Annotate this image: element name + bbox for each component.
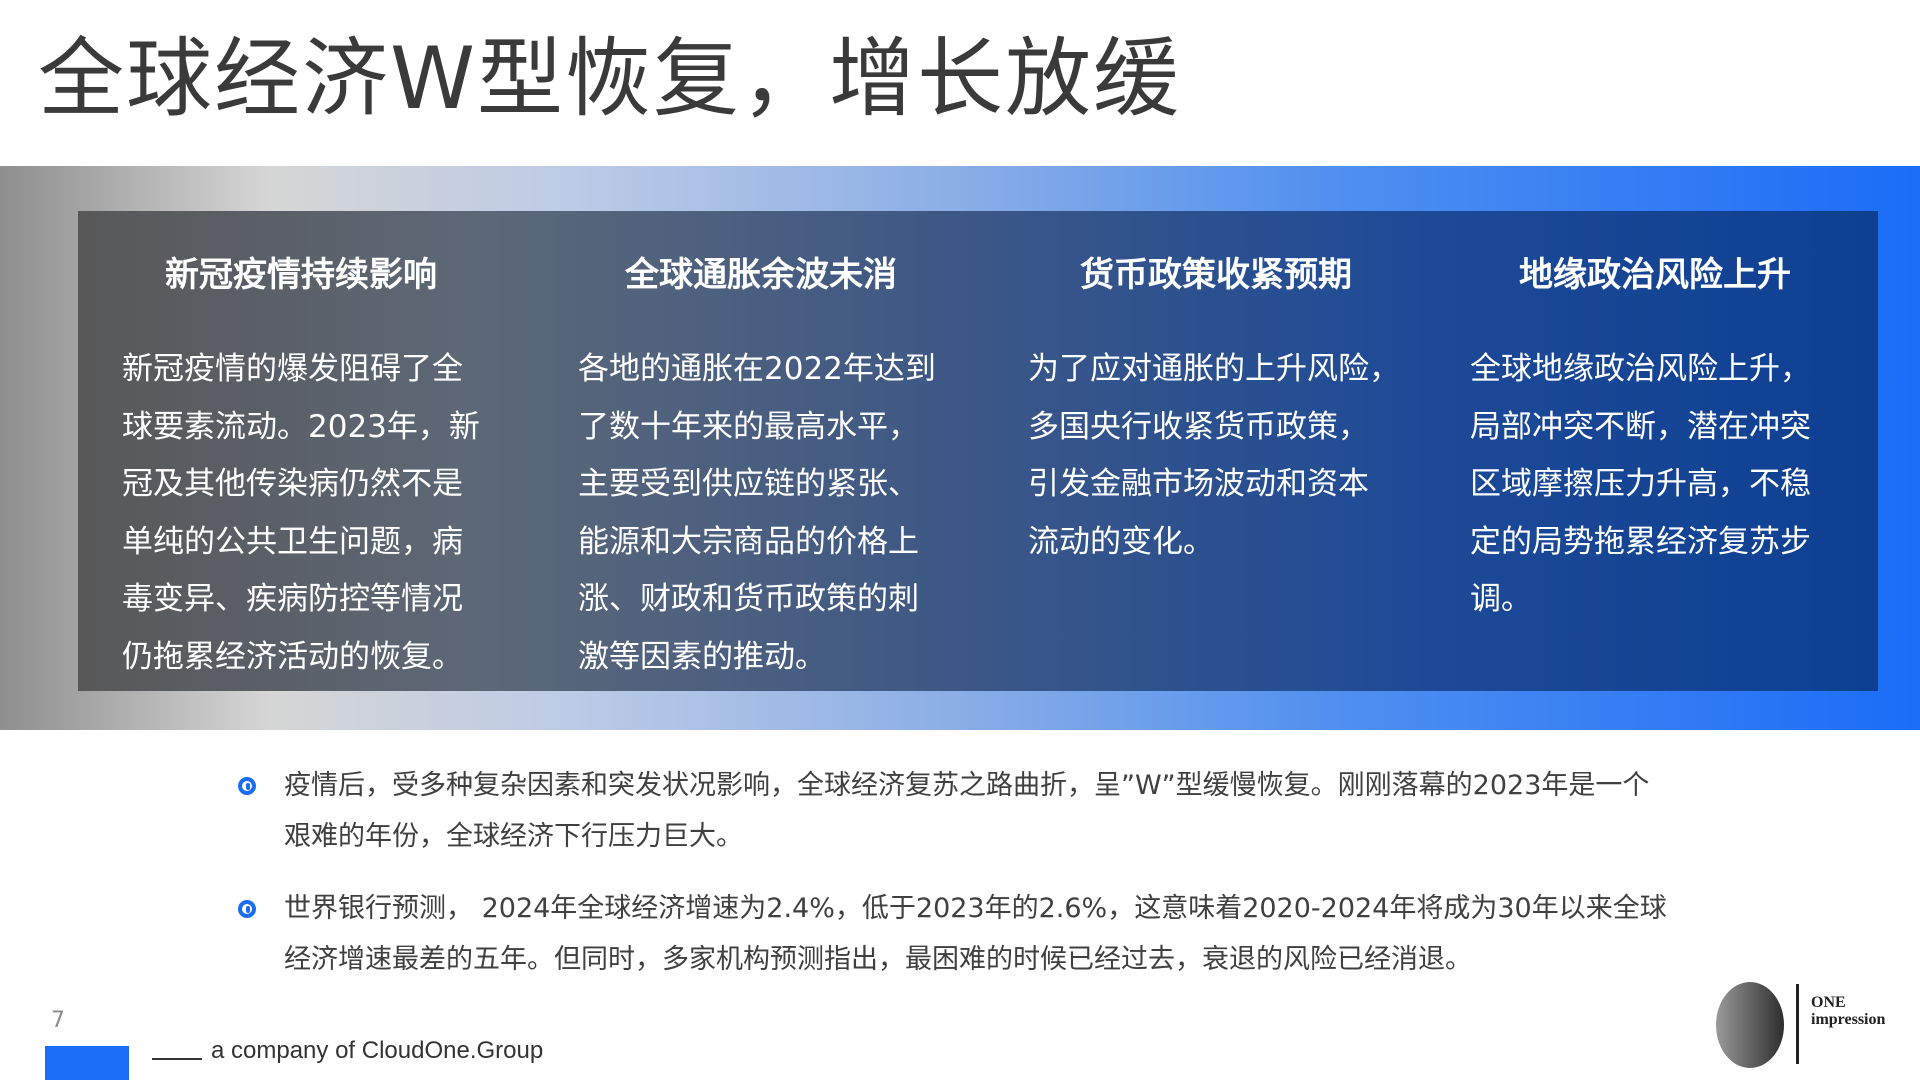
logo-line-impression: impression — [1811, 1011, 1886, 1028]
factor-text-line: 毒变异、疾病防控等情况 — [122, 581, 463, 617]
factor-text-line: 单纯的公共卫生问题，病 — [122, 523, 463, 560]
logo-icon — [1716, 982, 1784, 1068]
factor-text-line: 涨、财政和货币政策的刺 — [578, 581, 919, 617]
factor-text-line: 能源和大宗商品的价格上 — [578, 523, 919, 560]
factor-text-line: 调。 — [1470, 581, 1532, 617]
page-title: 全球经济W型恢复，增长放缓 — [38, 29, 1182, 129]
factor-text-line: 引发金融市场波动和资本 — [1028, 466, 1369, 502]
factors-panel: 新冠疫情持续影响 新冠疫情的爆发阻碍了全 球要素流动。2023年，新 冠及其他传… — [78, 211, 1878, 691]
bullet-text-line: 经济增速最差的五年。但同时，多家机构预测指出，最困难的时候已经过去，衰退的风险已… — [284, 944, 1472, 975]
factor-heading: 地缘政治风险上升 — [1519, 255, 1791, 295]
factor-column-inflation: 全球通胀余波未消 各地的通胀在2022年达到 了数十年来的最高水平， 主要受到供… — [578, 211, 944, 691]
factor-text-line: 主要受到供应链的紧张、 — [578, 466, 919, 502]
factor-text: 各地的通胀在2022年达到 了数十年来的最高水平， 主要受到供应链的紧张、 能源… — [578, 341, 944, 686]
factor-text: 新冠疫情的爆发阻碍了全 球要素流动。2023年，新 冠及其他传染病仍然不是 单纯… — [122, 341, 480, 686]
bullet-text-line: 艰难的年份，全球经济下行压力巨大。 — [284, 821, 743, 852]
logo-divider — [1796, 984, 1799, 1064]
bullet-icon — [238, 900, 256, 918]
logo-wordmark: ONE impression — [1811, 994, 1885, 1028]
factor-text-line: 仍拖累经济活动的恢复。 — [122, 638, 463, 675]
factor-text-line: 激等因素的推动。 — [578, 638, 826, 675]
factor-text-line: 球要素流动。2023年，新 — [122, 408, 480, 445]
factor-text-line: 了数十年来的最高水平， — [578, 408, 919, 445]
footer-divider — [152, 1058, 202, 1060]
bullet-text-line: 疫情后，受多种复杂因素和突发状况影响，全球经济复苏之路曲折，呈”W”型缓慢恢复。… — [284, 770, 1650, 801]
factor-column-geopolitics: 地缘政治风险上升 全球地缘政治风险上升， 局部冲突不断，潜在冲突 区域摩擦压力升… — [1470, 211, 1840, 691]
footer-accent-bar — [45, 1046, 129, 1080]
factor-text-line: 冠及其他传染病仍然不是 — [122, 466, 463, 502]
factor-heading: 全球通胀余波未消 — [625, 255, 897, 295]
page-number: 7 — [51, 1008, 65, 1033]
factor-text-line: 定的局势拖累经济复苏步 — [1470, 523, 1811, 560]
bullet-text-line: 世界银行预测， 2024年全球经济增速为2.4%，低于2023年的2.6%，这意… — [284, 893, 1667, 924]
logo-line-one: ONE — [1811, 994, 1846, 1011]
factor-text-line: 流动的变化。 — [1028, 523, 1214, 560]
factor-text-line: 多国央行收紧货币政策， — [1028, 408, 1369, 445]
factor-column-pandemic: 新冠疫情持续影响 新冠疫情的爆发阻碍了全 球要素流动。2023年，新 冠及其他传… — [122, 211, 480, 691]
factor-text: 为了应对通胀的上升风险， 多国央行收紧货币政策， 引发金融市场波动和资本 流动的… — [1028, 341, 1404, 571]
bullet-item: 世界银行预测， 2024年全球经济增速为2.4%，低于2023年的2.6%，这意… — [234, 883, 1704, 985]
factor-text-line: 全球地缘政治风险上升， — [1470, 351, 1811, 387]
factor-text-line: 为了应对通胀的上升风险， — [1028, 351, 1400, 387]
factor-text: 全球地缘政治风险上升， 局部冲突不断，潜在冲突 区域摩擦压力升高，不稳 定的局势… — [1470, 341, 1840, 629]
factor-column-monetary: 货币政策收紧预期 为了应对通胀的上升风险， 多国央行收紧货币政策， 引发金融市场… — [1028, 211, 1404, 691]
factor-text-line: 局部冲突不断，潜在冲突 — [1470, 408, 1811, 445]
bullet-icon — [238, 777, 256, 795]
factor-text-line: 各地的通胀在2022年达到 — [578, 351, 936, 387]
factor-text-line: 区域摩擦压力升高，不稳 — [1470, 466, 1811, 502]
bullet-list: 疫情后，受多种复杂因素和突发状况影响，全球经济复苏之路曲折，呈”W”型缓慢恢复。… — [234, 760, 1704, 985]
factor-heading: 货币政策收紧预期 — [1080, 255, 1352, 295]
factor-heading: 新冠疫情持续影响 — [165, 255, 437, 295]
bullet-item: 疫情后，受多种复杂因素和突发状况影响，全球经济复苏之路曲折，呈”W”型缓慢恢复。… — [234, 760, 1704, 862]
footer-company: a company of CloudOne.Group — [211, 1037, 544, 1064]
factor-text-line: 新冠疫情的爆发阻碍了全 — [122, 351, 463, 387]
